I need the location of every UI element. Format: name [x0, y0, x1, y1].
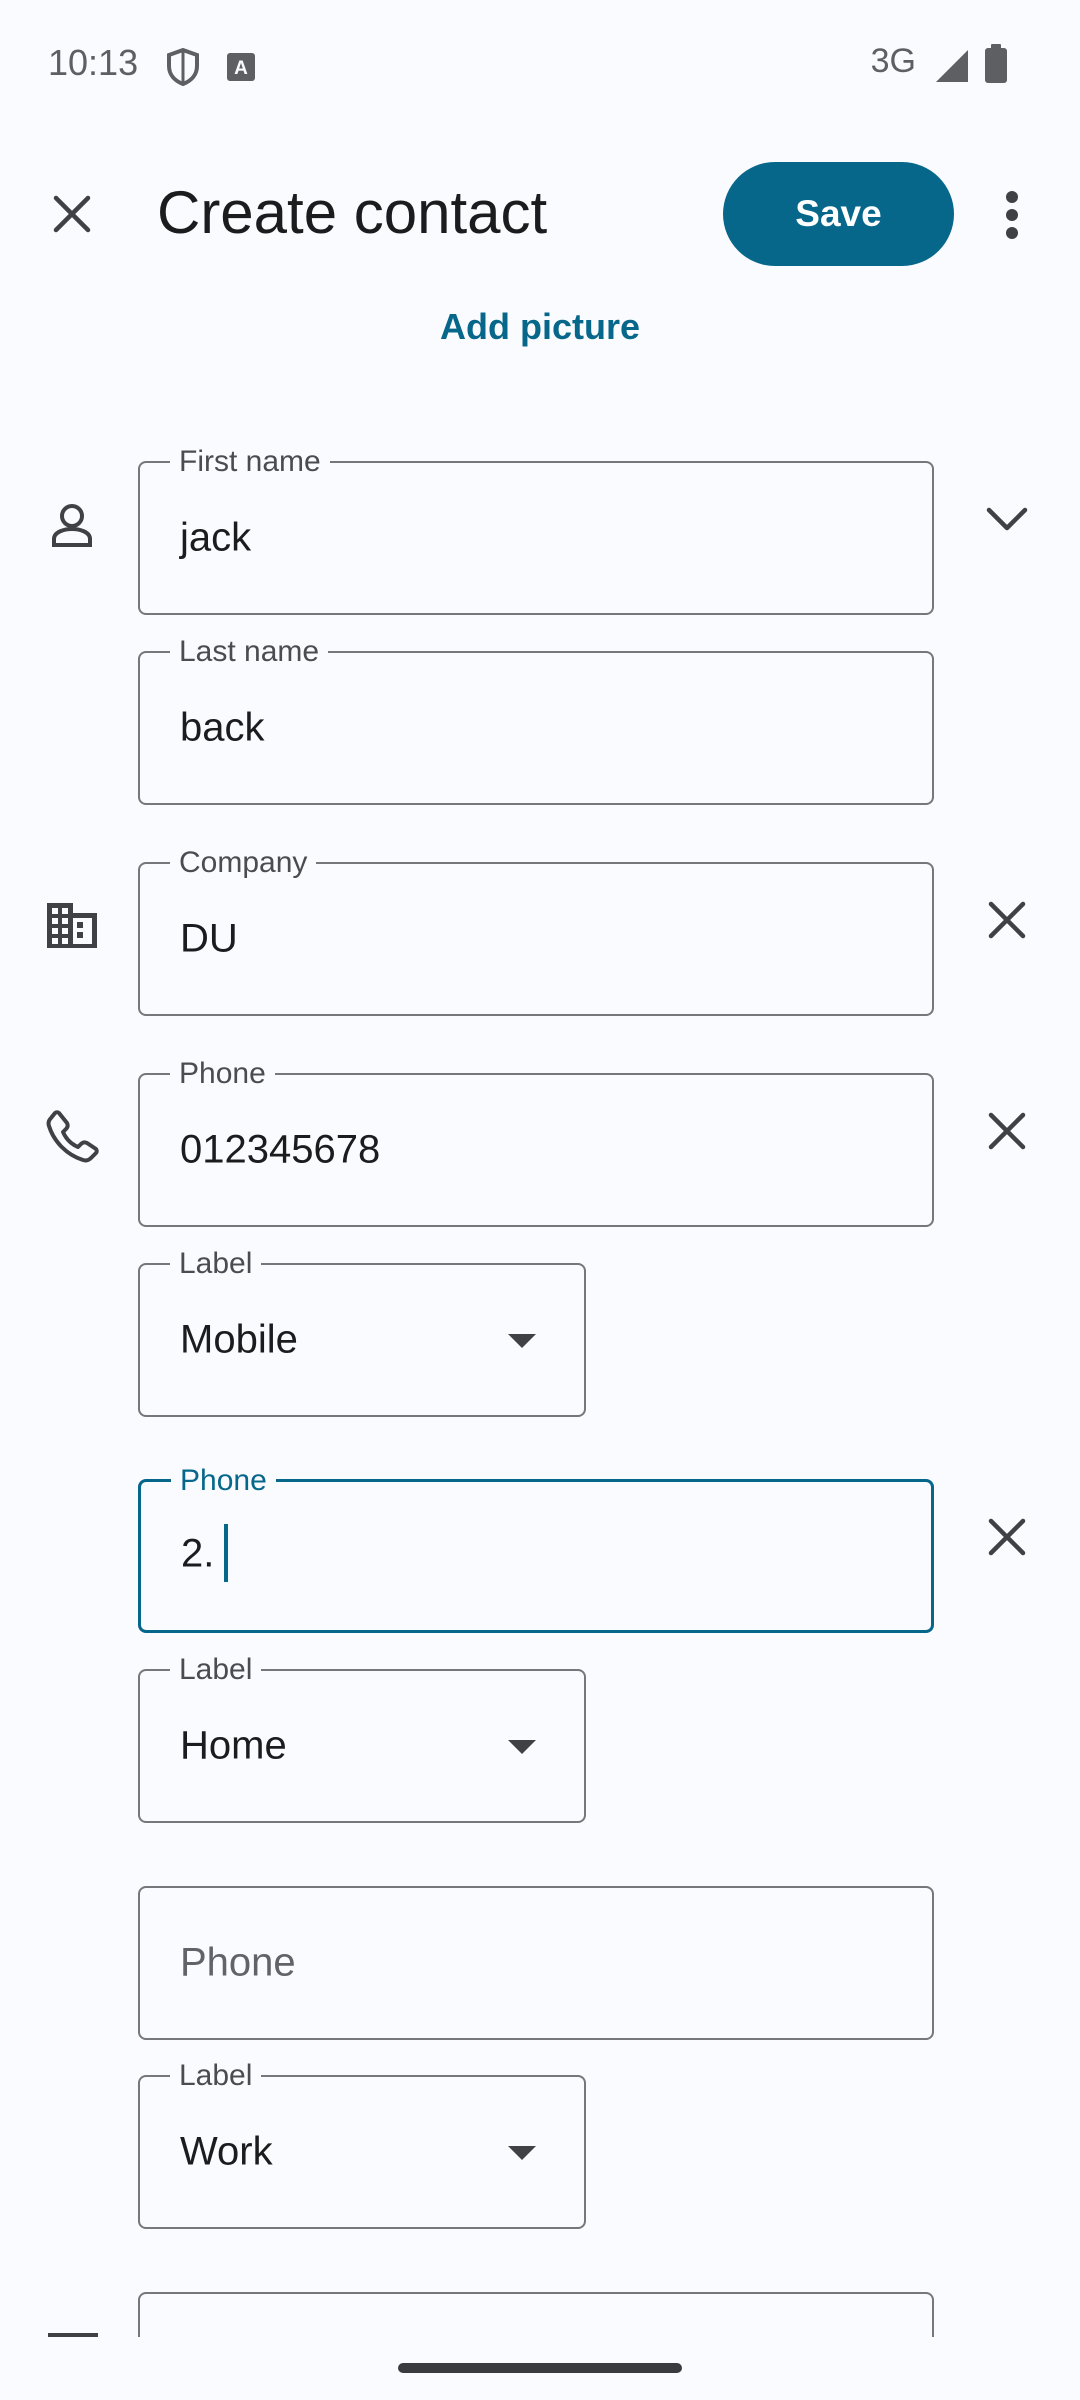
network-type: 3G	[870, 42, 916, 80]
text-cursor	[224, 1524, 229, 1582]
phone-type-label-1: Label	[170, 1247, 262, 1281]
phone-field-3[interactable]: Phone	[138, 1886, 934, 2040]
person-icon	[40, 493, 104, 557]
remove-phone-1-button[interactable]	[975, 1099, 1039, 1163]
company-field[interactable]: Company DU	[138, 846, 934, 1016]
remove-company-button[interactable]	[975, 888, 1039, 952]
next-field-clip	[0, 2290, 1080, 2337]
dropdown-arrow-icon	[508, 2146, 536, 2160]
phone-placeholder-3: Phone	[180, 1940, 296, 1985]
dropdown-arrow-icon	[508, 1334, 536, 1348]
business-icon	[40, 893, 104, 957]
signal-icon	[936, 50, 968, 82]
chevron-down-icon	[986, 507, 1028, 531]
remove-phone-2-button[interactable]	[975, 1505, 1039, 1569]
phone-icon	[40, 1104, 104, 1168]
add-picture-link[interactable]: Add picture	[0, 306, 1080, 348]
status-time: 10:13	[48, 42, 139, 83]
save-button[interactable]: Save	[723, 162, 954, 266]
phone-value-2: 2.	[181, 1531, 215, 1576]
battery-icon	[985, 44, 1007, 83]
close-button[interactable]	[40, 182, 104, 246]
more-options-button[interactable]	[990, 180, 1034, 250]
first-name-label: First name	[170, 445, 330, 479]
phone-type-select-1[interactable]: Label Mobile	[138, 1247, 586, 1417]
phone-type-select-2[interactable]: Label Home	[138, 1653, 586, 1823]
more-vert-icon	[1006, 191, 1018, 239]
phone-type-label-2: Label	[170, 1653, 262, 1687]
home-indicator[interactable]	[398, 2363, 682, 2373]
page-title: Create contact	[157, 179, 548, 246]
close-icon	[988, 901, 1026, 939]
first-name-field[interactable]: First name jack	[138, 445, 934, 615]
phone-type-select-3[interactable]: Label Work	[138, 2059, 586, 2229]
phone-type-value-3: Work	[180, 2129, 273, 2174]
phone-type-value-2: Home	[180, 1723, 287, 1768]
close-icon	[53, 195, 91, 233]
company-value: DU	[180, 916, 238, 961]
phone-label-1: Phone	[170, 1057, 275, 1091]
phone-field-1[interactable]: Phone 012345678	[138, 1057, 934, 1227]
dropdown-arrow-icon	[508, 1740, 536, 1754]
close-icon	[988, 1518, 1026, 1556]
close-icon	[988, 1112, 1026, 1150]
phone-field-2[interactable]: Phone 2.	[138, 1464, 934, 1633]
next-field[interactable]	[138, 2292, 934, 2337]
last-name-field[interactable]: Last name back	[138, 635, 934, 805]
phone-value-1: 012345678	[180, 1127, 381, 1172]
email-icon	[48, 2333, 98, 2337]
svg-text:A: A	[234, 58, 248, 79]
phone-label-2: Phone	[171, 1464, 276, 1498]
last-name-value: back	[180, 705, 265, 750]
phone-type-value-1: Mobile	[180, 1317, 298, 1362]
phone-type-label-3: Label	[170, 2059, 262, 2093]
company-label: Company	[170, 846, 317, 880]
shield-icon	[167, 48, 199, 86]
expand-name-button[interactable]	[975, 487, 1039, 551]
keyboard-a-icon: A	[227, 53, 255, 81]
last-name-label: Last name	[170, 635, 329, 669]
first-name-value: jack	[180, 515, 252, 560]
